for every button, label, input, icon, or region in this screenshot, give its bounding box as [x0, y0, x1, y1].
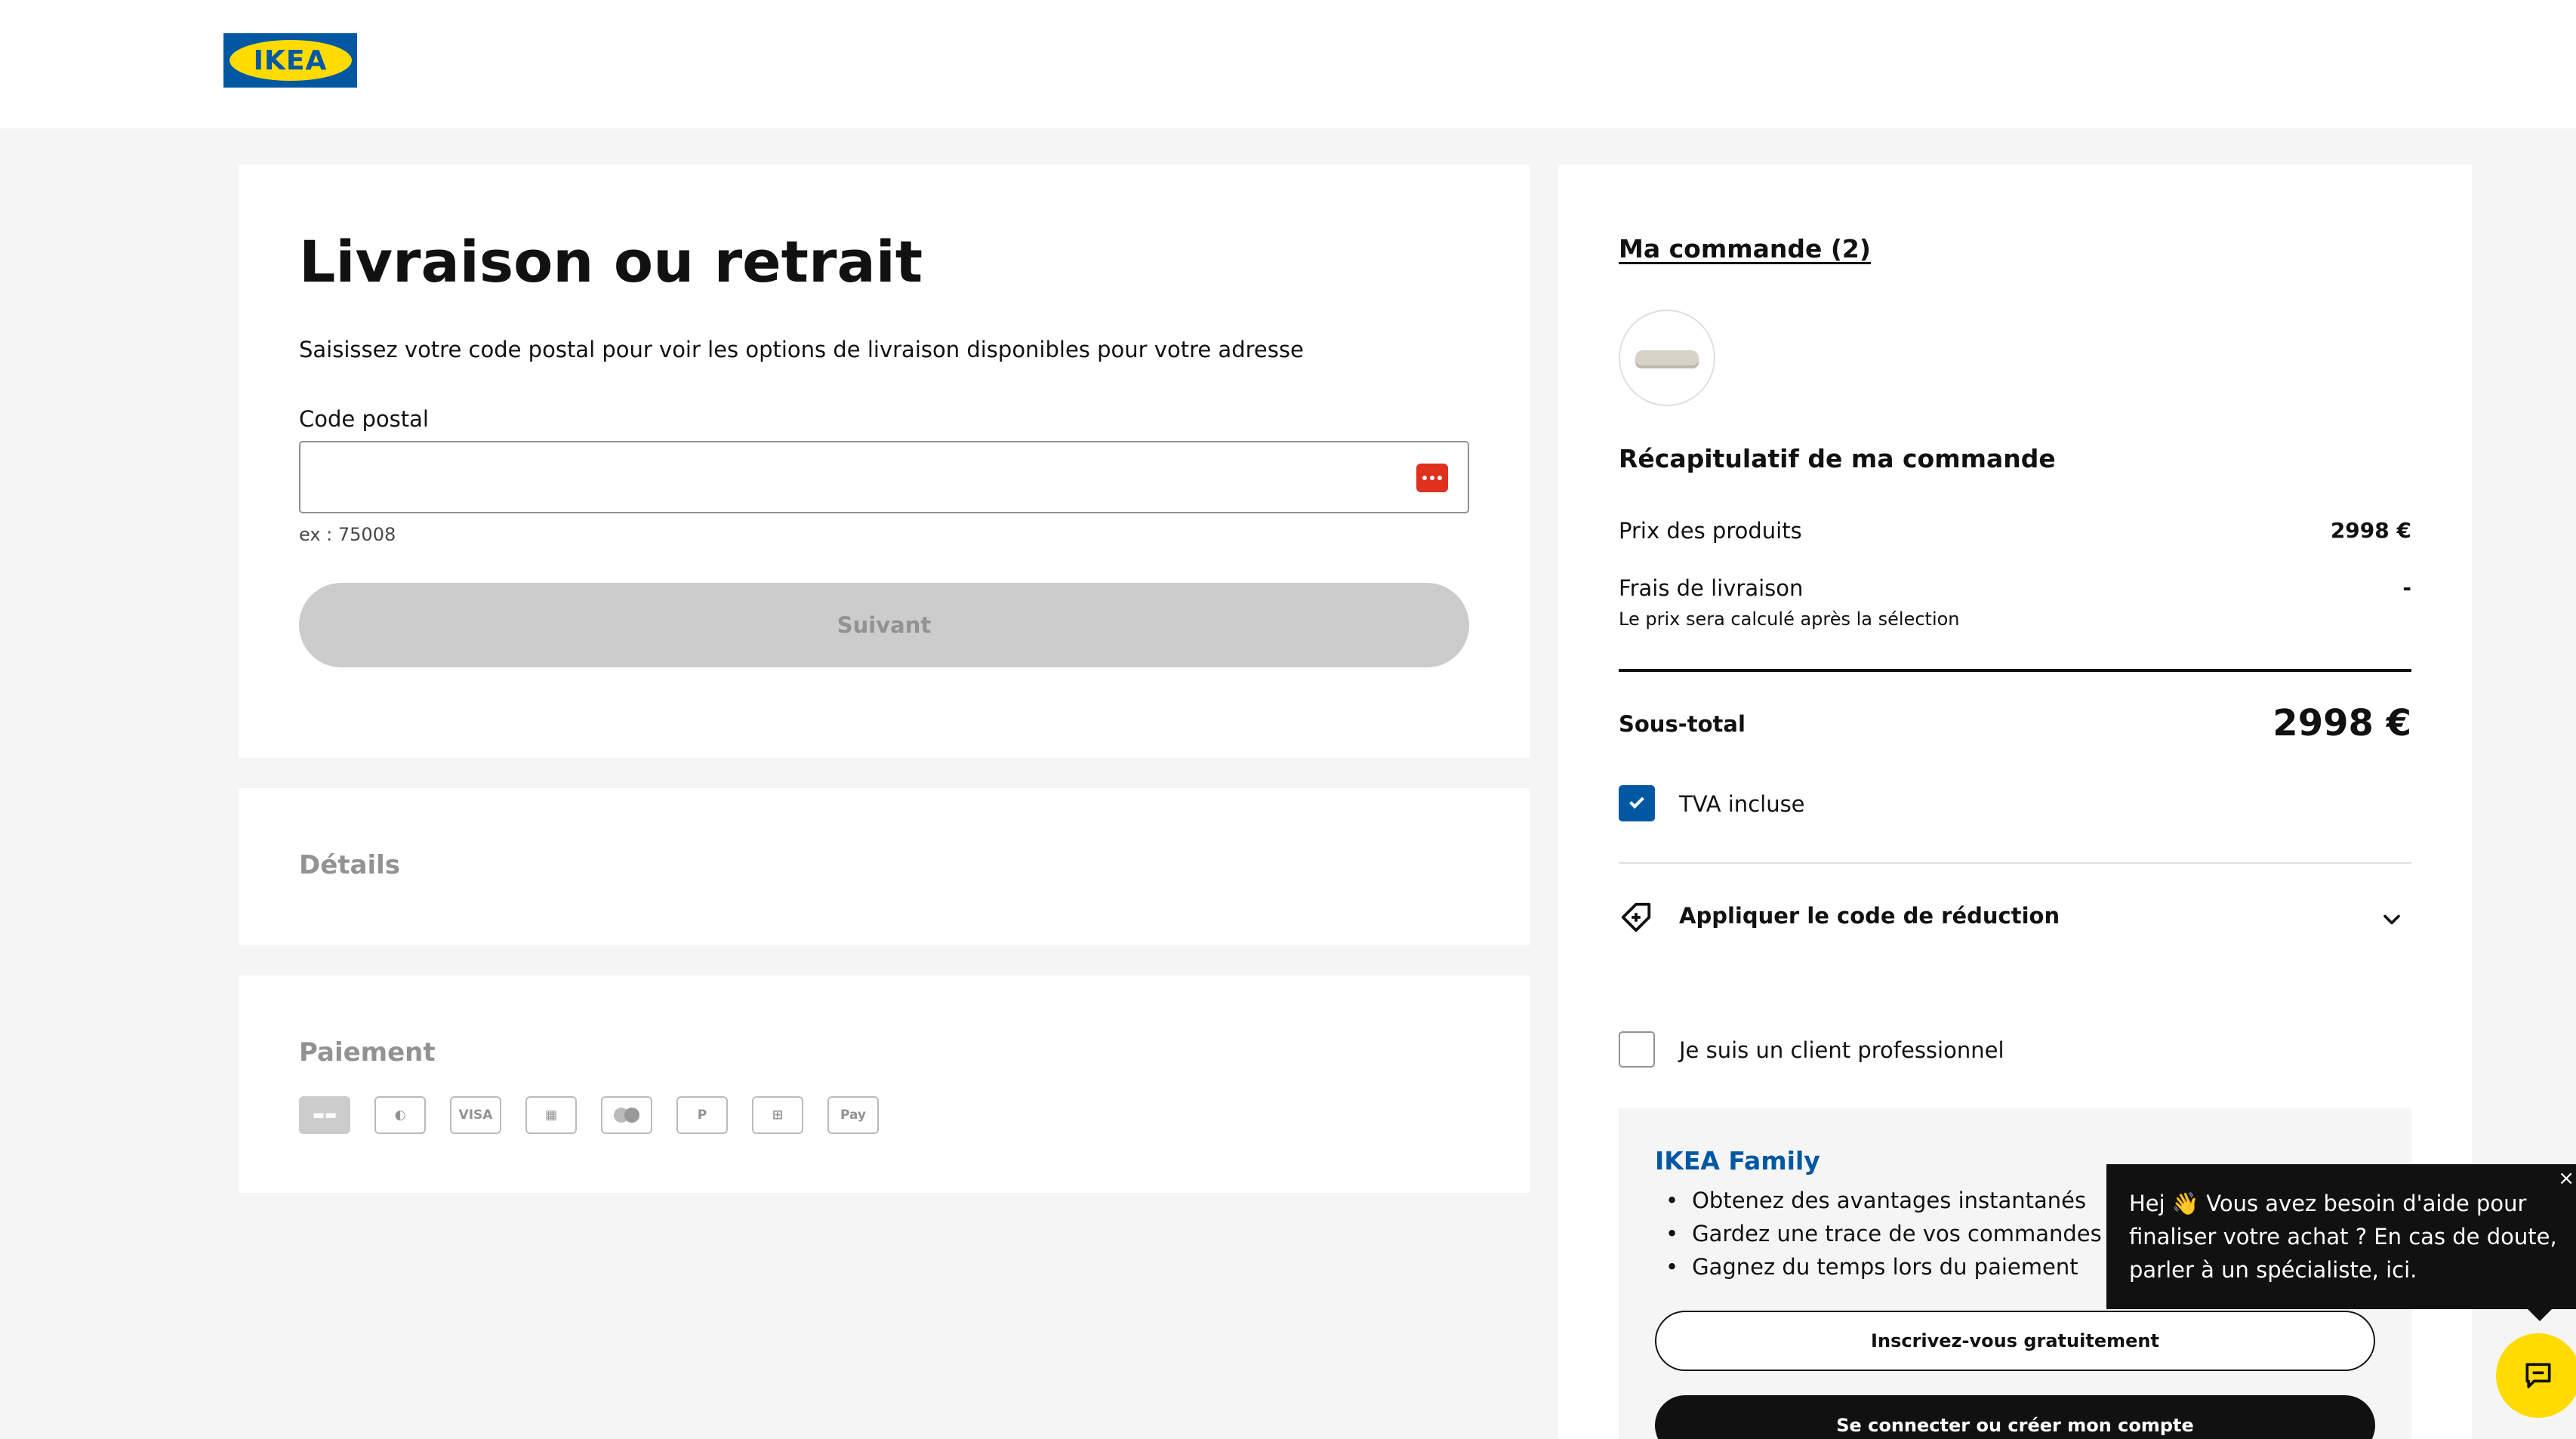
details-card: Détails: [239, 788, 1530, 945]
mastercard-icon: [601, 1096, 652, 1134]
my-order-link[interactable]: Ma commande (2): [1619, 234, 1871, 263]
postal-code-label: Code postal: [299, 406, 429, 432]
login-button[interactable]: Se connecter ou créer mon compte: [1655, 1395, 2375, 1439]
products-price-value: 2998 €: [2330, 518, 2411, 543]
sofa-icon: [1635, 350, 1699, 365]
meal-voucher-icon: ◐: [374, 1096, 426, 1134]
chat-message: Hej 👋 Vous avez besoin d'aide pour final…: [2129, 1191, 2557, 1283]
summary-divider: [1619, 669, 2411, 672]
discount-divider: [1619, 862, 2411, 864]
product-thumbnail[interactable]: [1619, 310, 1715, 406]
products-price-label: Prix des produits: [1619, 518, 1802, 544]
list-item: Gagnez du temps lors du paiement: [1655, 1250, 2102, 1283]
chat-icon: [2525, 1363, 2551, 1388]
ikea-logo[interactable]: IKEA: [223, 33, 357, 88]
shipping-fee-value: -: [2402, 575, 2411, 600]
payment-card: Paiement ▬▬ ◐ VISA ▦ P ⊞ Pay: [239, 975, 1530, 1193]
summary-title: Récapitulatif de ma commande: [1619, 444, 2056, 473]
chat-button[interactable]: [2496, 1333, 2576, 1418]
logo-oval: IKEA: [229, 40, 352, 81]
chat-tooltip: Hej 👋 Vous avez besoin d'aide pour final…: [2106, 1164, 2576, 1321]
apple-pay-icon: Pay: [827, 1096, 879, 1134]
ikea-family-benefits: Obtenez des avantages instantanés Gardez…: [1655, 1184, 2102, 1283]
delivery-card: Livraison ou retrait Saisissez votre cod…: [239, 165, 1530, 758]
bank-card-icon: ▬▬: [299, 1096, 350, 1134]
payment-methods: ▬▬ ◐ VISA ▦ P ⊞ Pay: [299, 1096, 879, 1134]
vat-checkbox[interactable]: [1619, 785, 1655, 821]
page-title: Livraison ou retrait: [299, 228, 923, 295]
paypal-icon: P: [676, 1096, 728, 1134]
header: IKEA: [0, 0, 2576, 128]
professional-client-label: Je suis un client professionnel: [1679, 1037, 2004, 1063]
amex-icon: ▦: [525, 1096, 577, 1134]
shipping-fee-label: Frais de livraison: [1619, 575, 1804, 601]
logo-text: IKEA: [253, 45, 328, 76]
subtotal-value: 2998 €: [2272, 702, 2411, 744]
list-item: Gardez une trace de vos commandes: [1655, 1217, 2102, 1250]
close-icon[interactable]: ×: [2558, 1169, 2574, 1188]
vat-label: TVA incluse: [1679, 791, 1805, 817]
check-icon: [1629, 793, 1644, 809]
discount-code-toggle[interactable]: Appliquer le code de réduction: [1679, 903, 2060, 929]
gift-card-icon: ⊞: [752, 1096, 803, 1134]
subtotal-label: Sous-total: [1619, 711, 1746, 737]
payment-title: Paiement: [299, 1037, 436, 1068]
visa-icon: VISA: [450, 1096, 501, 1134]
professional-client-checkbox[interactable]: [1619, 1031, 1655, 1068]
details-title: Détails: [299, 850, 401, 880]
shipping-fee-note: Le prix sera calculé après la sélection: [1619, 609, 1960, 630]
ikea-family-title: IKEA Family: [1655, 1146, 1820, 1176]
next-button[interactable]: Suivant: [299, 583, 1469, 667]
signup-button[interactable]: Inscrivez-vous gratuitement: [1655, 1311, 2375, 1371]
discount-tag-icon: [1621, 902, 1651, 932]
postal-code-hint: ex : 75008: [299, 524, 396, 545]
delivery-intro: Saisissez votre code postal pour voir le…: [299, 337, 1304, 362]
postal-code-input[interactable]: [299, 441, 1469, 513]
chevron-down-icon[interactable]: [2378, 906, 2405, 933]
password-manager-icon[interactable]: [1416, 464, 1448, 492]
list-item: Obtenez des avantages instantanés: [1655, 1184, 2102, 1217]
